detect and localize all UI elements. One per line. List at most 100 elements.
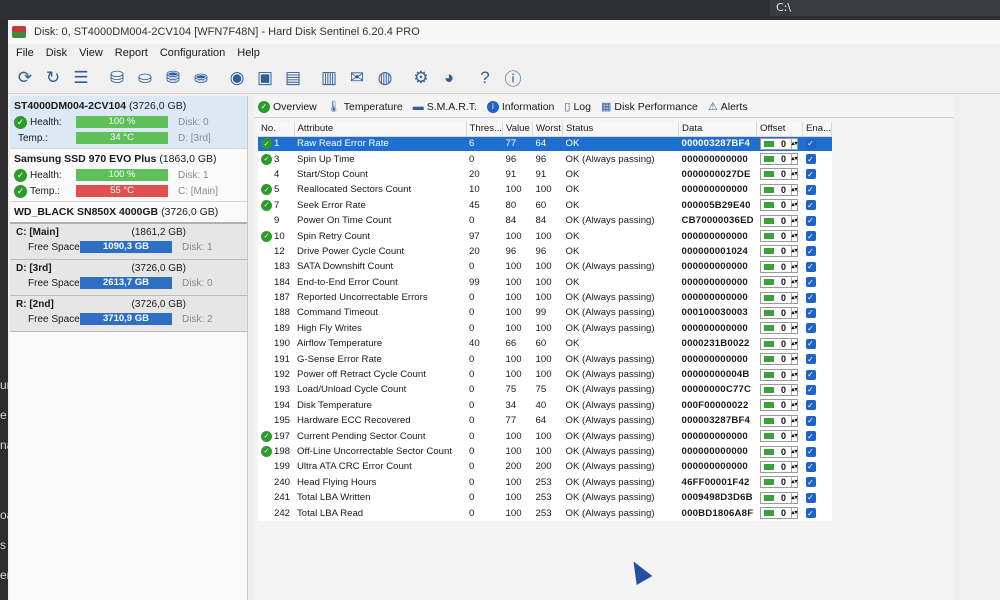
enabled-checkbox[interactable]: ✓: [805, 307, 816, 318]
offset-spinner[interactable]: 0 ▴▾: [759, 230, 798, 243]
spinner-arrows-icon[interactable]: ▴▾: [790, 400, 798, 411]
offset-spinner[interactable]: 0 ▴▾: [759, 476, 798, 489]
enabled-checkbox[interactable]: ✓: [805, 431, 816, 442]
column-header-enabled[interactable]: Ena...: [802, 122, 833, 137]
spinner-arrows-icon[interactable]: ▴▾: [790, 384, 798, 395]
spinner-arrows-icon[interactable]: ▴▾: [790, 323, 798, 334]
offset-spinner[interactable]: 0 ▴▾: [759, 260, 798, 273]
enabled-checkbox[interactable]: ✓: [805, 446, 816, 457]
offset-spinner[interactable]: 0 ▴▾: [759, 199, 798, 212]
spinner-arrows-icon[interactable]: ▴▾: [790, 261, 798, 272]
sound-icon[interactable]: ◕: [436, 65, 462, 91]
tab-information[interactable]: i Information: [486, 100, 554, 113]
menu-view[interactable]: View: [73, 47, 109, 59]
table-row[interactable]: 189 High Fly Writes 0 100 100 OK (Always pass…: [258, 321, 832, 336]
column-header-data[interactable]: Data: [678, 122, 758, 137]
table-row[interactable]: 192 Power off Retract Cycle Count 0 100 100 O…: [258, 367, 832, 382]
menu-help[interactable]: Help: [231, 47, 266, 59]
spinner-arrows-icon[interactable]: ▴▾: [790, 231, 798, 242]
table-row[interactable]: 12 Drive Power Cycle Count 20 96 96 OK 0000000…: [258, 244, 832, 259]
enabled-checkbox[interactable]: ✓: [805, 200, 816, 211]
spinner-arrows-icon[interactable]: ▴▾: [790, 277, 798, 288]
column-header-worst[interactable]: Worst: [532, 122, 564, 137]
table-row[interactable]: ✓ 10 Spin Retry Count 97 100 100 OK 00000000000…: [258, 228, 832, 243]
disk-test-icon[interactable]: ⛁: [104, 65, 130, 91]
spinner-arrows-icon[interactable]: ▴▾: [790, 508, 798, 519]
table-row[interactable]: 183 SATA Downshift Count 0 100 100 OK (Always…: [258, 259, 832, 274]
info-icon[interactable]: ⓘ: [500, 65, 526, 91]
disk-settings-icon[interactable]: ⛂: [188, 65, 214, 91]
tab-disk-performance[interactable]: ▦ Disk Performance: [601, 100, 698, 114]
disk-item-0[interactable]: ST4000DM004-2CV104 (3726,0 GB) ✓ Health:…: [10, 96, 247, 149]
table-row[interactable]: 194 Disk Temperature 0 34 40 OK (Always passi…: [258, 398, 832, 413]
enabled-checkbox[interactable]: ✓: [805, 231, 816, 242]
spinner-arrows-icon[interactable]: ▴▾: [790, 461, 798, 472]
enabled-checkbox[interactable]: ✓: [805, 354, 816, 365]
network-icon[interactable]: ◍: [372, 65, 398, 91]
enabled-checkbox[interactable]: ✓: [805, 400, 816, 411]
spinner-arrows-icon[interactable]: ▴▾: [790, 446, 798, 457]
list-icon[interactable]: ☰: [68, 65, 94, 91]
disk-item-1[interactable]: Samsung SSD 970 EVO Plus (1863,0 GB) ✓ H…: [10, 149, 247, 202]
spinner-arrows-icon[interactable]: ▴▾: [790, 354, 798, 365]
disk-erase-icon[interactable]: ▣: [252, 65, 278, 91]
offset-spinner[interactable]: 0 ▴▾: [759, 137, 798, 150]
title-bar[interactable]: Disk: 0, ST4000DM004-2CV104 [WFN7F48N] -…: [8, 20, 1000, 44]
partition-item-c[interactable]: C: [Main] (1861,2 GB) Free Space 1090,3 …: [10, 224, 247, 260]
spinner-arrows-icon[interactable]: ▴▾: [790, 169, 798, 180]
spinner-arrows-icon[interactable]: ▴▾: [790, 338, 798, 349]
partition-item-d[interactable]: D: [3rd] (3726,0 GB) Free Space 2613,7 G…: [10, 260, 247, 296]
spinner-arrows-icon[interactable]: ▴▾: [790, 292, 798, 303]
enabled-checkbox[interactable]: ✓: [805, 154, 816, 165]
enabled-checkbox[interactable]: ✓: [805, 246, 816, 257]
offset-spinner[interactable]: 0 ▴▾: [759, 383, 798, 396]
tab-overview[interactable]: ✓ Overview: [258, 100, 317, 113]
disk-item-2[interactable]: WD_BLACK SN850X 4000GB (3726,0 GB): [10, 202, 247, 224]
table-row[interactable]: 187 Reported Uncorrectable Errors 0 100 100 O…: [258, 290, 832, 305]
offset-spinner[interactable]: 0 ▴▾: [759, 414, 798, 427]
enabled-checkbox[interactable]: ✓: [805, 492, 816, 503]
tab-temperature[interactable]: 🌡 Temperature: [327, 100, 403, 114]
enabled-checkbox[interactable]: ✓: [805, 477, 816, 488]
enabled-checkbox[interactable]: ✓: [805, 508, 816, 519]
offset-spinner[interactable]: 0 ▴▾: [759, 183, 798, 196]
column-header-threshold[interactable]: Thres...: [466, 122, 504, 137]
table-row[interactable]: ✓ 3 Spin Up Time 0 96 96 OK (Always passing) 00…: [258, 151, 832, 166]
enabled-checkbox[interactable]: ✓: [805, 369, 816, 380]
menu-configuration[interactable]: Configuration: [154, 47, 231, 59]
disk-surface-icon[interactable]: ⛀: [132, 65, 158, 91]
enabled-checkbox[interactable]: ✓: [805, 277, 816, 288]
enabled-checkbox[interactable]: ✓: [805, 215, 816, 226]
spinner-arrows-icon[interactable]: ▴▾: [790, 431, 798, 442]
disk-check-icon[interactable]: ⛃: [160, 65, 186, 91]
offset-spinner[interactable]: 0 ▴▾: [759, 245, 798, 258]
column-header-value[interactable]: Value: [502, 122, 534, 137]
offset-spinner[interactable]: 0 ▴▾: [759, 322, 798, 335]
spinner-arrows-icon[interactable]: ▴▾: [790, 215, 798, 226]
offset-spinner[interactable]: 0 ▴▾: [759, 291, 798, 304]
table-row[interactable]: 241 Total LBA Written 0 100 253 OK (Always pa…: [258, 490, 832, 505]
offset-spinner[interactable]: 0 ▴▾: [759, 153, 798, 166]
report-icon[interactable]: ▥: [316, 65, 342, 91]
offset-spinner[interactable]: 0 ▴▾: [759, 214, 798, 227]
table-row[interactable]: 190 Airflow Temperature 40 66 60 OK 0000231B00…: [258, 336, 832, 351]
offset-spinner[interactable]: 0 ▴▾: [759, 445, 798, 458]
refresh-all-icon[interactable]: ↻: [40, 65, 66, 91]
spinner-arrows-icon[interactable]: ▴▾: [790, 477, 798, 488]
table-row[interactable]: 195 Hardware ECC Recovered 0 77 64 OK (Always…: [258, 413, 832, 428]
spinner-arrows-icon[interactable]: ▴▾: [790, 200, 798, 211]
table-row[interactable]: 199 Ultra ATA CRC Error Count 0 200 200 OK (A…: [258, 459, 832, 474]
partition-item-r[interactable]: R: [2nd] (3726,0 GB) Free Space 3710,9 G…: [10, 296, 247, 332]
table-row[interactable]: 193 Load/Unload Cycle Count 0 75 75 OK (Alway…: [258, 382, 832, 397]
enabled-checkbox[interactable]: ✓: [805, 338, 816, 349]
spinner-arrows-icon[interactable]: ▴▾: [790, 415, 798, 426]
table-row[interactable]: ✓ 7 Seek Error Rate 45 80 60 OK 000005B29E40 0 ▴▾…: [258, 198, 832, 213]
spinner-arrows-icon[interactable]: ▴▾: [790, 246, 798, 257]
spinner-arrows-icon[interactable]: ▴▾: [790, 369, 798, 380]
enabled-checkbox[interactable]: ✓: [805, 384, 816, 395]
offset-spinner[interactable]: 0 ▴▾: [759, 460, 798, 473]
enabled-checkbox[interactable]: ✓: [805, 184, 816, 195]
tab-smart[interactable]: ▬ S.M.A.R.T.: [413, 101, 477, 113]
enabled-checkbox[interactable]: ✓: [805, 138, 816, 149]
enabled-checkbox[interactable]: ✓: [805, 292, 816, 303]
